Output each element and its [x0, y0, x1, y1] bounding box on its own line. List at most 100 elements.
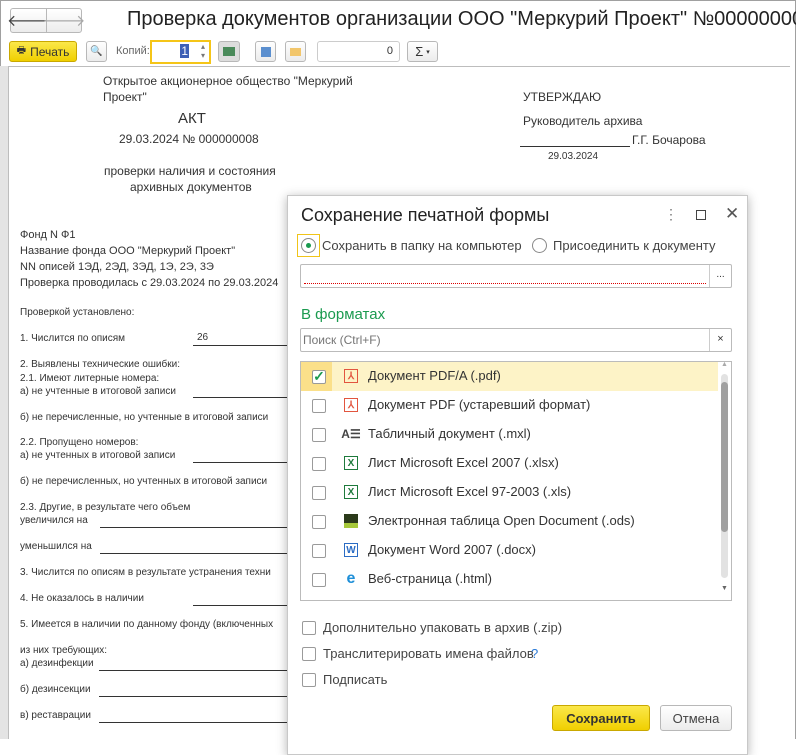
dialog-title: Сохранение печатной формы — [301, 205, 550, 225]
zip-label[interactable]: Дополнительно упаковать в архив (.zip) — [323, 620, 562, 635]
sum-field: 0 — [317, 41, 400, 62]
translit-checkbox[interactable] — [302, 647, 316, 661]
format-item[interactable]: ✓ ⅄ Документ PDF/A (.pdf) — [301, 362, 718, 391]
cancel-button[interactable]: Отмена — [660, 705, 732, 731]
format-checkbox[interactable] — [312, 399, 326, 413]
formats-heading: В форматах — [301, 306, 386, 323]
html-icon: e — [346, 570, 356, 587]
format-checkbox[interactable] — [312, 428, 326, 442]
sign-label[interactable]: Подписать — [323, 672, 387, 687]
close-icon[interactable]: ✕ — [725, 204, 739, 224]
sum-dropdown-button[interactable]: Σ ▾ — [407, 41, 438, 62]
format-label: Документ Word 2007 (.docx) — [368, 542, 536, 557]
scroll-up-icon[interactable]: ▲ — [721, 361, 728, 368]
back-button[interactable]: 🡐 — [7, 8, 50, 33]
format-label: Электронная таблица Open Document (.ods) — [368, 513, 635, 528]
save-dialog-button[interactable]: Сохранить — [552, 705, 650, 731]
format-search-input[interactable] — [303, 331, 703, 349]
org-name-cont: Проект" — [103, 90, 147, 104]
fill-line — [193, 397, 288, 398]
doc-text: а) не учтенных в итоговой записи — [20, 450, 176, 461]
arrow-right-icon: 🡒 — [42, 13, 86, 30]
doc-text: 4. Не оказалось в наличии — [20, 593, 144, 604]
floppy-icon — [260, 46, 271, 57]
format-item[interactable]: X Лист Microsoft Excel 2007 (.xlsx) — [301, 449, 718, 478]
format-item[interactable]: ⅄ Документ PDF (устаревший формат) — [301, 391, 718, 420]
browse-button[interactable]: ... — [709, 265, 731, 287]
format-item[interactable]: A☰ Табличный документ (.mxl) — [301, 420, 718, 449]
folder-path-input[interactable]: ... — [300, 264, 732, 288]
save-button[interactable] — [255, 41, 276, 62]
format-checkbox[interactable] — [312, 573, 326, 587]
fill-line — [100, 553, 288, 554]
zip-checkbox[interactable] — [302, 621, 316, 635]
format-label: Документ PDF/A (.pdf) — [368, 368, 501, 383]
radio-attach-to-document[interactable] — [532, 238, 547, 253]
fill-line — [99, 670, 288, 671]
approver-name: Г.Г. Бочарова — [632, 133, 706, 147]
mxl-icon: A☰ — [341, 427, 361, 441]
radio-save-to-folder[interactable] — [301, 238, 316, 253]
maximize-icon[interactable] — [696, 210, 706, 220]
org-name: Открытое акционерное общество "Меркурий — [103, 74, 353, 88]
scrollbar-track[interactable] — [721, 374, 728, 578]
format-checkbox[interactable] — [312, 486, 326, 500]
scrollbar-thumb[interactable] — [721, 382, 728, 532]
doc-text: 2. Выявлены технические ошибки: — [20, 359, 180, 370]
format-label: Веб-страница (.html) — [368, 571, 493, 586]
scroll-down-icon[interactable]: ▼ — [721, 585, 728, 592]
word-icon: W — [343, 542, 359, 558]
act-title: АКТ — [178, 110, 206, 127]
format-label: Лист Microsoft Excel 2007 (.xlsx) — [368, 455, 559, 470]
envelope-icon — [290, 47, 301, 56]
excel-icon: X — [343, 484, 359, 500]
doc-text: 3. Числится по описям в результате устра… — [20, 567, 271, 578]
sigma-icon: Σ — [415, 44, 424, 59]
format-checkbox[interactable] — [312, 457, 326, 471]
signature-line — [520, 146, 630, 147]
print-button[interactable]: 🖶 Печать — [9, 41, 77, 62]
radio-attach-label[interactable]: Присоединить к документу — [553, 238, 716, 253]
format-item[interactable]: X Лист Microsoft Excel 97-2003 (.xls) — [301, 478, 718, 507]
doc-text: уменьшился на — [20, 541, 92, 552]
preview-button[interactable]: 🔍 — [86, 41, 107, 62]
format-checkbox[interactable] — [312, 544, 326, 558]
fill-line — [99, 722, 288, 723]
edit-table-icon — [223, 47, 235, 56]
format-item[interactable]: W Документ Word 2007 (.docx) — [301, 536, 718, 565]
format-checkbox[interactable]: ✓ — [312, 369, 326, 384]
approve-label: УТВЕРЖДАЮ — [523, 90, 602, 104]
format-label: Документ PDF (устаревший формат) — [368, 397, 591, 412]
pdf-icon: ⅄ — [343, 368, 359, 384]
copies-input[interactable]: 1 ▴ ▾ — [150, 40, 211, 64]
doc-text: б) не перечисленных, но учтенных в итого… — [20, 476, 268, 487]
format-label: Табличный документ (.mxl) — [368, 426, 531, 441]
doc-text: в) реставрации — [20, 710, 91, 721]
more-icon[interactable]: ⋮ — [664, 206, 678, 223]
help-icon[interactable]: ? — [531, 646, 538, 661]
format-checkbox[interactable] — [312, 515, 326, 529]
edit-toggle-button[interactable] — [218, 41, 240, 62]
copies-stepper[interactable]: ▴ ▾ — [201, 42, 205, 60]
format-search[interactable]: × — [300, 328, 732, 352]
doc-text: 2.2. Пропущено номеров: — [20, 437, 139, 448]
doc-text: Проверкой установлено: — [20, 307, 135, 318]
translit-label[interactable]: Транслитерировать имена файлов — [323, 646, 534, 661]
sign-checkbox[interactable] — [302, 673, 316, 687]
fill-line — [100, 527, 288, 528]
send-email-button[interactable] — [285, 41, 306, 62]
chevron-down-icon: ▾ — [426, 48, 430, 56]
item1-value: 26 — [197, 332, 209, 343]
clear-search-button[interactable]: × — [709, 329, 731, 351]
page-title: Проверка документов организации ООО "Мер… — [127, 8, 796, 30]
magnifier-icon: 🔍 — [90, 46, 103, 57]
doc-text: б) не перечисленные, но учтенные в итого… — [20, 412, 269, 423]
radio-save-to-folder-label[interactable]: Сохранить в папку на компьютер — [322, 238, 522, 253]
fund-number: Фонд N Ф1 — [20, 229, 76, 241]
forward-button[interactable]: 🡒 — [43, 8, 85, 33]
doc-text: 5. Имеется в наличии по данному фонду (в… — [20, 619, 274, 630]
copies-label: Копий: — [116, 45, 150, 57]
format-item[interactable]: Электронная таблица Open Document (.ods) — [301, 507, 718, 536]
format-item[interactable]: e Веб-страница (.html) — [301, 565, 718, 594]
pdf-icon: ⅄ — [343, 397, 359, 413]
